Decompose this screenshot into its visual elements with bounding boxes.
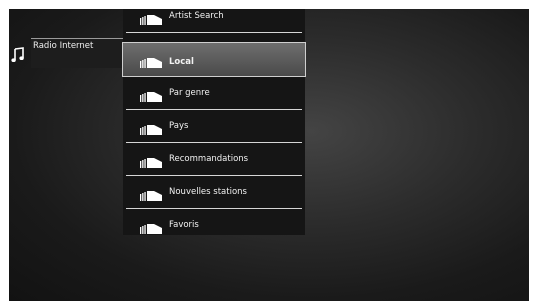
menu-item-recommandations[interactable]: Recommandations — [123, 143, 305, 176]
menu-item-label: Nouvelles stations — [169, 187, 247, 197]
menu-item-label: Pays — [169, 121, 189, 131]
menu-item-artist-search[interactable]: Artist Search — [123, 9, 305, 33]
internet-radio-icon — [140, 15, 162, 25]
menu-item-label: Local — [169, 57, 194, 67]
internet-radio-icon — [140, 191, 162, 201]
menu-item-label: Recommandations — [169, 154, 249, 164]
internet-radio-icon — [140, 125, 162, 135]
menu-item-pays[interactable]: Pays — [123, 110, 305, 143]
internet-radio-menu: Artist Search Local Par genre Pays Recom… — [122, 9, 306, 235]
internet-radio-icon — [140, 158, 162, 168]
internet-radio-icon — [140, 58, 162, 68]
menu-item-label: Par genre — [169, 88, 210, 98]
source-tab-internet-radio[interactable]: Radio Internet — [31, 38, 127, 68]
menu-item-nouvelles-stations[interactable]: Nouvelles stations — [123, 176, 305, 209]
source-tab-divider — [31, 38, 127, 39]
menu-item-label: Artist Search — [169, 11, 224, 21]
internet-radio-icon — [140, 224, 162, 234]
internet-radio-icon — [140, 92, 162, 102]
menu-divider — [126, 32, 302, 33]
tv-screen: Radio Internet Artist Search Local Par g… — [9, 9, 529, 301]
menu-item-favoris[interactable]: Favoris — [123, 209, 305, 242]
menu-item-par-genre[interactable]: Par genre — [123, 77, 305, 110]
menu-item-local[interactable]: Local — [122, 42, 306, 77]
source-label: Radio Internet — [33, 41, 94, 51]
menu-item-label: Favoris — [169, 220, 199, 230]
music-note-icon — [11, 47, 24, 62]
